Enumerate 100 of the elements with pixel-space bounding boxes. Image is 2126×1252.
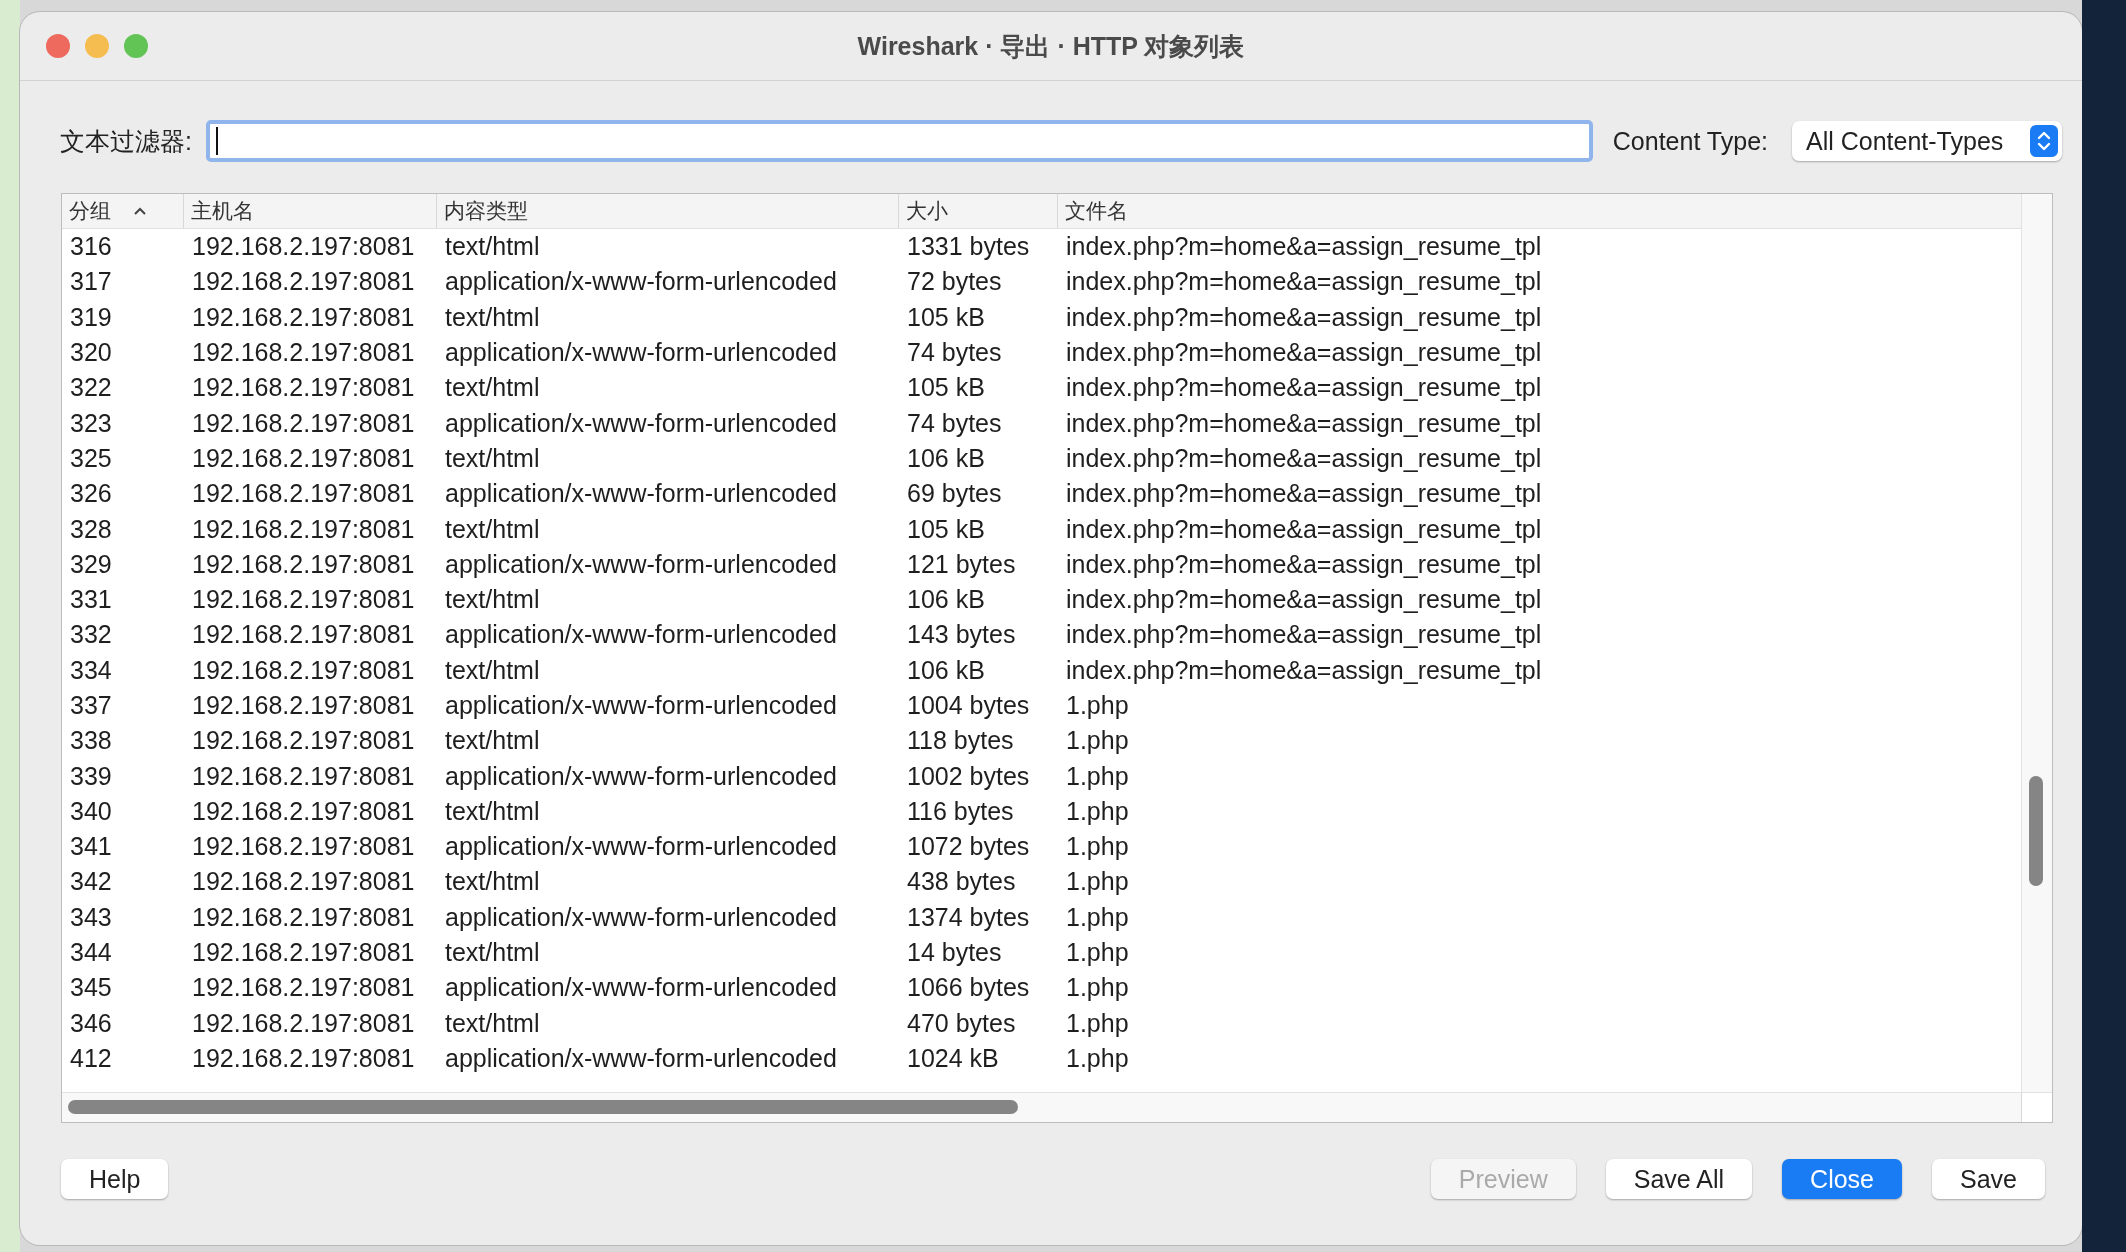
table-cell-text: 192.168.2.197:8081 (191, 513, 416, 545)
table-cell-text: index.php?m=home&a=assign_resume_tpl (1065, 513, 1543, 545)
table-cell-text: index.php?m=home&a=assign_resume_tpl (1065, 619, 1543, 651)
table-cell-text: 334 (69, 654, 113, 686)
table-cell-text: 14 bytes (906, 937, 1003, 969)
window-title: Wireshark · 导出 · HTTP 对象列表 (857, 31, 1245, 60)
column-header[interactable]: 大小 (899, 194, 1058, 228)
table-cell-text: text/html (444, 1007, 541, 1039)
table-cell-text: 1.php (1065, 725, 1130, 757)
minimize-icon[interactable] (85, 34, 109, 58)
table-cell-text: application/x-www-form-urlencoded (444, 407, 838, 439)
table-cell-text: 343 (69, 901, 113, 933)
table-cell-text: 192.168.2.197:8081 (191, 795, 416, 827)
content-type-dropdown[interactable]: All Content-Types (1792, 121, 2062, 161)
table-cell-text: 1.php (1065, 937, 1130, 969)
table-cell-text: 1072 bytes (906, 831, 1031, 863)
table-cell-text: 328 (69, 513, 113, 545)
sort-caret-icon (133, 206, 147, 216)
table-cell-text: 192.168.2.197:8081 (191, 337, 416, 369)
column-header[interactable]: 内容类型 (437, 194, 899, 228)
table-cell-text: 470 bytes (906, 1007, 1017, 1039)
table-cell-text: 74 bytes (906, 337, 1003, 369)
table-cell-text: 331 (69, 584, 113, 616)
table-cell-text: 106 kB (906, 654, 986, 686)
table-cell-text: 106 kB (906, 584, 986, 616)
column-header[interactable]: 文件名 (1058, 194, 2021, 228)
table-cell-text: 316 (69, 231, 113, 263)
table-cell-text: 325 (69, 442, 113, 474)
table-cell-text: text/html (444, 442, 541, 474)
table-cell-text: 339 (69, 760, 113, 792)
filter-field[interactable] (205, 120, 1593, 162)
dialog-button[interactable]: Save (1932, 1159, 2045, 1199)
table-cell-text: application/x-www-form-urlencoded (444, 972, 838, 1004)
table-cell-text: 344 (69, 937, 113, 969)
table-cell-text: application/x-www-form-urlencoded (444, 901, 838, 933)
table-cell-text: 192.168.2.197:8081 (191, 866, 416, 898)
table-cell-text: application/x-www-form-urlencoded (444, 548, 838, 580)
table-cell-text: 1.php (1065, 690, 1130, 721)
table-cell-text: 72 bytes (906, 266, 1003, 298)
table-cell-text: 143 bytes (906, 619, 1017, 651)
table-cell-text: 1374 bytes (906, 901, 1031, 933)
dialog-button[interactable]: Close (1782, 1159, 1902, 1199)
table-cell-text: 192.168.2.197:8081 (191, 231, 416, 263)
filter-label: 文本过滤器: (60, 125, 192, 157)
table-cell-text: application/x-www-form-urlencoded (444, 690, 838, 721)
table-cell-text: 106 kB (906, 442, 986, 474)
table-cell-text: 1024 kB (906, 1042, 1000, 1074)
table-cell-text: index.php?m=home&a=assign_resume_tpl (1065, 442, 1543, 474)
table-cell-text: application/x-www-form-urlencoded (444, 478, 838, 510)
table-cell-text: 1.php (1065, 972, 1130, 1004)
table-cell-text: index.php?m=home&a=assign_resume_tpl (1065, 301, 1543, 333)
table-cell-text: 192.168.2.197:8081 (191, 407, 416, 439)
table-cell-text: 105 kB (906, 301, 986, 333)
table-cell-text: application/x-www-form-urlencoded (444, 337, 838, 369)
table-cell-text: application/x-www-form-urlencoded (444, 831, 838, 863)
table-cell-text: 192.168.2.197:8081 (191, 301, 416, 333)
table-cell-text: 412 (69, 1042, 113, 1074)
table-cell-text: 192.168.2.197:8081 (191, 760, 416, 792)
table-cell-text: 1.php (1065, 1042, 1130, 1074)
table-cell-text: index.php?m=home&a=assign_resume_tpl (1065, 584, 1543, 616)
table-cell-text: 116 bytes (906, 795, 1015, 827)
table-cell-text: 192.168.2.197:8081 (191, 1007, 416, 1039)
column-header[interactable]: 分组 (62, 194, 184, 228)
table-cell-text: index.php?m=home&a=assign_resume_tpl (1065, 654, 1543, 686)
table-cell-text: 326 (69, 478, 113, 510)
table-cell-text: 105 kB (906, 513, 986, 545)
dialog-button[interactable]: Save All (1605, 1159, 1753, 1199)
table-cell-text: 319 (69, 301, 113, 333)
table-cell-text: 1.php (1065, 760, 1130, 792)
table-cell-text: 192.168.2.197:8081 (191, 937, 416, 969)
table-cell-text: 1331 bytes (906, 231, 1031, 263)
table-cell-text: 192.168.2.197:8081 (191, 1042, 416, 1074)
column-header[interactable]: 主机名 (184, 194, 437, 228)
table-cell-text: application/x-www-form-urlencoded (444, 619, 838, 651)
table-cell-text: index.php?m=home&a=assign_resume_tpl (1065, 337, 1543, 369)
close-icon[interactable] (46, 34, 70, 58)
table-cell-text: 1.php (1065, 831, 1130, 863)
table-cell-text: 192.168.2.197:8081 (191, 831, 416, 863)
dialog-button[interactable]: Help (61, 1159, 169, 1199)
table-cell-text: 192.168.2.197:8081 (191, 584, 416, 616)
table-cell-text: index.php?m=home&a=assign_resume_tpl (1065, 266, 1543, 298)
table-cell-text: 346 (69, 1007, 113, 1039)
zoom-icon[interactable] (124, 34, 148, 58)
table-cell-text: 340 (69, 795, 113, 827)
table-cell-text: 192.168.2.197:8081 (191, 478, 416, 510)
table-cell-text: 105 kB (906, 372, 986, 404)
table-cell-text: text/html (444, 795, 541, 827)
table-cell-text: application/x-www-form-urlencoded (444, 1042, 838, 1074)
table-cell-text: 329 (69, 548, 113, 580)
table-cell-text: 345 (69, 972, 113, 1004)
table-cell-text: 341 (69, 831, 113, 863)
table-cell-text: text/html (444, 725, 541, 757)
table-cell-text: 1.php (1065, 1007, 1130, 1039)
table-cell-text: 192.168.2.197:8081 (191, 548, 416, 580)
vertical-scrollbar[interactable] (2021, 194, 2052, 1092)
table-cell-text: 1004 bytes (906, 690, 1031, 721)
table-cell-text: 317 (69, 266, 113, 298)
table-cell-text: 192.168.2.197:8081 (191, 266, 416, 298)
table-cell-text: text/html (444, 372, 541, 404)
stepper-icon (2030, 125, 2058, 157)
